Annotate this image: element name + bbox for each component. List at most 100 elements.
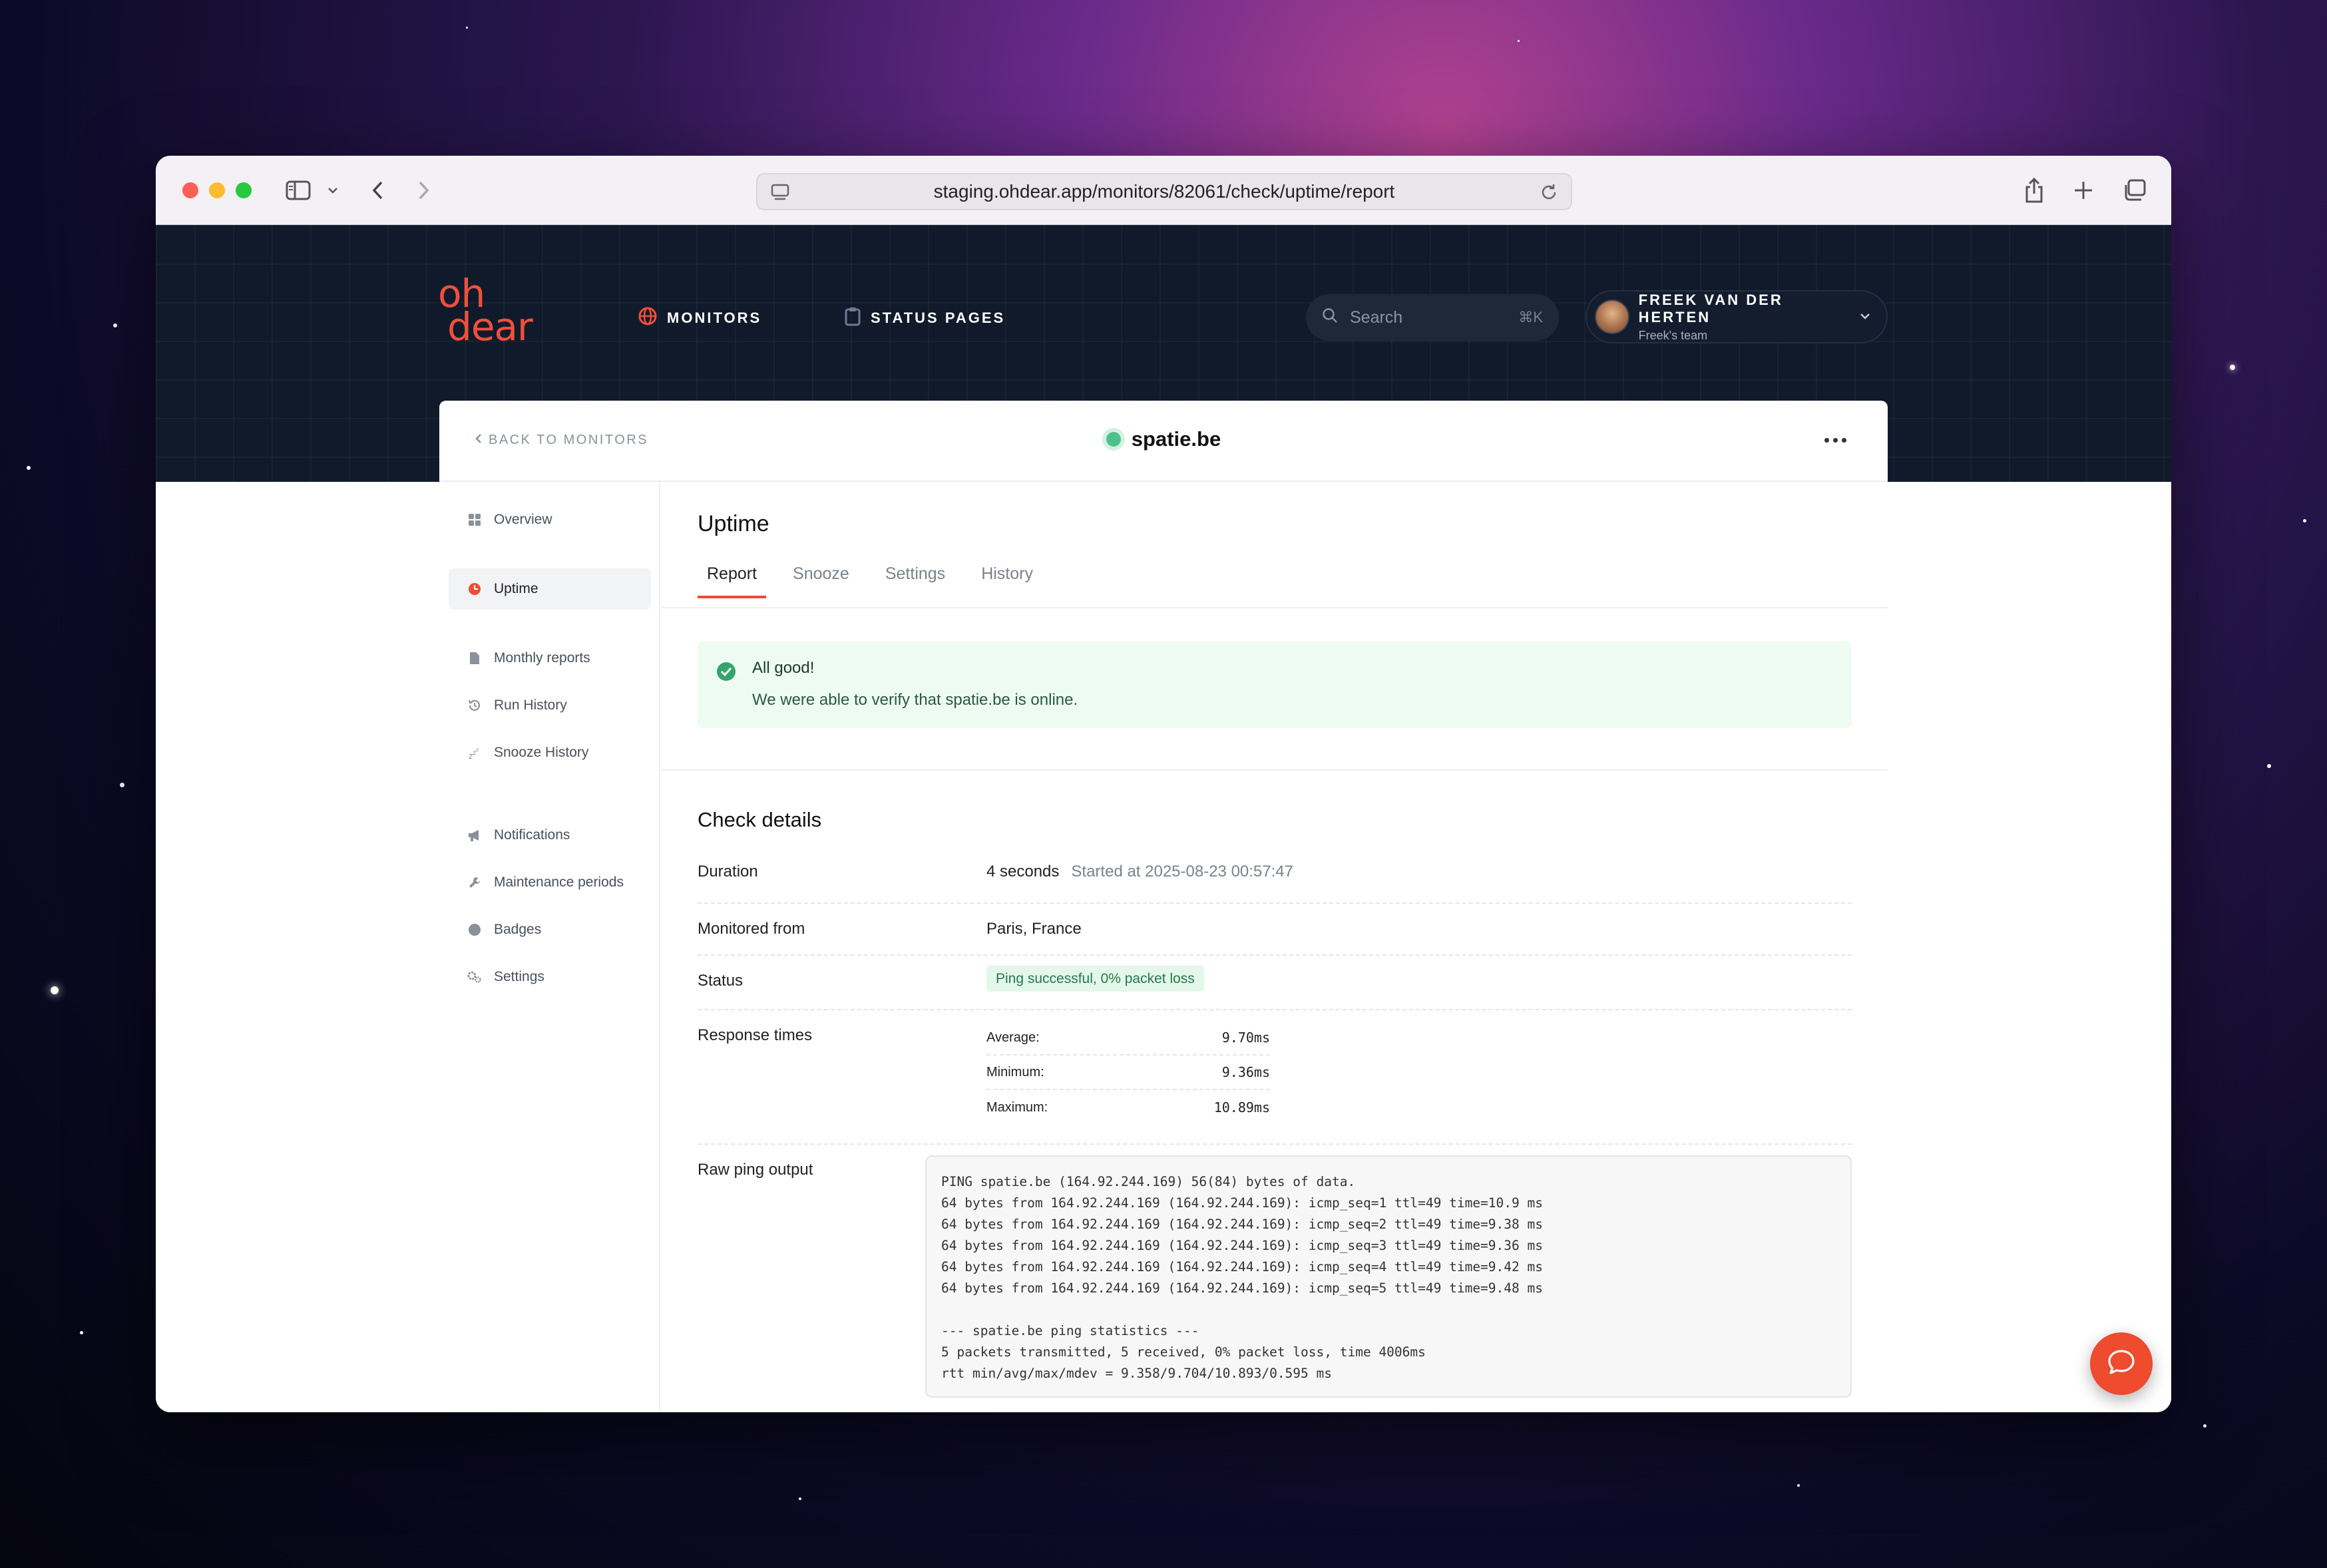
wrench-icon	[467, 875, 482, 890]
sidebar-item-label: Monthly reports	[494, 650, 590, 666]
sidebar-item-label: Settings	[494, 969, 544, 984]
status-row: Status Ping successful, 0% packet loss	[698, 956, 1852, 1010]
sidebar-item-label: Uptime	[494, 581, 538, 596]
sidebar-item-label: Maintenance periods	[494, 875, 624, 890]
badge-icon	[467, 922, 482, 937]
nav-monitors-label: MONITORS	[667, 309, 762, 326]
site-name: spatie.be	[1131, 427, 1221, 451]
clipboard-icon	[844, 306, 861, 330]
tab-bar: Report Snooze Settings History	[698, 564, 1060, 598]
rt-label: Minimum:	[986, 1064, 1044, 1079]
sidebar-item-overview[interactable]: Overview	[449, 499, 651, 540]
sidebar-item-settings[interactable]: Settings	[449, 956, 651, 998]
raw-ping-row: Raw ping output PING spatie.be (164.92.2…	[698, 1145, 1852, 1412]
chat-button[interactable]	[2090, 1332, 2153, 1395]
reload-icon[interactable]	[1539, 182, 1559, 207]
nav-status-pages-label: STATUS PAGES	[871, 309, 1006, 326]
duration-label: Duration	[698, 863, 758, 881]
monitored-from-label: Monitored from	[698, 920, 805, 938]
sidebar-toggle-icon[interactable]	[285, 177, 312, 204]
rt-label: Maximum:	[986, 1099, 1048, 1115]
chevron-down-icon	[1860, 311, 1870, 323]
sidebar-item-label: Badges	[494, 922, 542, 937]
sidebar-item-label: Run History	[494, 697, 567, 713]
status-dot	[1106, 432, 1121, 447]
tab-snooze[interactable]: Snooze	[783, 564, 859, 598]
response-time-average: Average: 9.70ms	[986, 1021, 1270, 1056]
section-divider	[662, 769, 1888, 771]
snooze-icon: zzz	[467, 745, 482, 760]
monitored-from-value: Paris, France	[986, 920, 1082, 938]
more-options-icon[interactable]	[1824, 438, 1846, 443]
sidebar-item-badges[interactable]: Badges	[449, 909, 651, 950]
tabs-divider	[662, 607, 1888, 608]
response-times-table: Average: 9.70ms Minimum: 9.36ms Maximum:…	[986, 1021, 1270, 1125]
minimize-window-button[interactable]	[209, 182, 225, 198]
grid-icon	[467, 512, 482, 527]
window-controls	[182, 182, 252, 198]
browser-window: staging.ohdear.app/monitors/82061/check/…	[156, 156, 2171, 1412]
user-menu[interactable]: FREEK VAN DER HERTEN Freek's team	[1586, 290, 1888, 343]
uptime-icon	[467, 582, 482, 596]
sidebar-item-snooze-history[interactable]: zzz Snooze History	[449, 732, 651, 773]
duration-started: Started at 2025-08-23 00:57:47	[1071, 863, 1293, 881]
status-label: Status	[698, 972, 743, 990]
address-bar[interactable]: staging.ohdear.app/monitors/82061/check/…	[756, 173, 1572, 210]
zoom-window-button[interactable]	[236, 182, 252, 198]
user-name: FREEK VAN DER HERTEN	[1638, 291, 1783, 325]
app: oh dear MONITORS STATUS PAGES Search ⌘K …	[156, 225, 2171, 1412]
logo-line2: dear	[447, 304, 533, 349]
check-circle-icon	[716, 662, 736, 685]
tab-settings[interactable]: Settings	[876, 564, 954, 598]
tab-history[interactable]: History	[972, 564, 1042, 598]
sidebar-item-monthly-reports[interactable]: Monthly reports	[449, 638, 651, 679]
sidebar-item-notifications[interactable]: Notifications	[449, 815, 651, 856]
close-window-button[interactable]	[182, 182, 198, 198]
chat-bubble-icon	[2107, 1348, 2136, 1380]
forward-arrow-icon[interactable]	[414, 177, 434, 204]
tab-overview-icon[interactable]	[2121, 177, 2147, 204]
response-times-label: Response times	[698, 1026, 813, 1044]
duration-seconds: 4 seconds	[986, 863, 1060, 881]
page-settings-icon[interactable]	[771, 184, 789, 206]
rt-value: 10.89ms	[1213, 1099, 1270, 1115]
monitor-sidebar: Overview Uptime Monthly reports Run Hist…	[439, 482, 660, 1412]
raw-ping-output[interactable]: PING spatie.be (164.92.244.169) 56(84) b…	[925, 1155, 1852, 1398]
browser-toolbar: staging.ohdear.app/monitors/82061/check/…	[156, 156, 2171, 225]
share-icon[interactable]	[2022, 177, 2046, 204]
check-details-title: Check details	[698, 808, 822, 831]
monitored-from-row: Monitored from Paris, France	[698, 904, 1852, 956]
nav-status-pages[interactable]: STATUS PAGES	[844, 306, 1005, 330]
url-text: staging.ohdear.app/monitors/82061/check/…	[933, 181, 1395, 202]
search-placeholder: Search	[1350, 307, 1403, 327]
monitor-card: BACK TO MONITORS spatie.be Overview Upti…	[439, 401, 1888, 1412]
ohdear-logo[interactable]: oh dear	[438, 274, 533, 349]
sidebar-item-label: Notifications	[494, 827, 570, 843]
search-shortcut: ⌘K	[1518, 309, 1543, 325]
main-content: Uptime Report Snooze Settings History Al…	[662, 482, 1888, 1412]
alert-title: All good!	[752, 659, 815, 677]
chevron-down-icon[interactable]	[326, 177, 339, 204]
new-tab-icon[interactable]	[2071, 177, 2095, 204]
card-header: BACK TO MONITORS spatie.be	[439, 401, 1888, 482]
globe-icon	[638, 306, 658, 330]
response-times-row: Response times Average: 9.70ms Minimum: …	[698, 1010, 1852, 1145]
tab-report[interactable]: Report	[698, 564, 767, 598]
back-arrow-icon[interactable]	[367, 177, 387, 204]
avatar	[1595, 299, 1629, 334]
history-icon	[467, 698, 482, 713]
rt-value: 9.70ms	[1221, 1030, 1270, 1046]
nav-monitors[interactable]: MONITORS	[638, 306, 761, 330]
rt-value: 9.36ms	[1221, 1064, 1270, 1080]
sidebar-item-maintenance-periods[interactable]: Maintenance periods	[449, 862, 651, 903]
sidebar-item-run-history[interactable]: Run History	[449, 685, 651, 726]
response-time-minimum: Minimum: 9.36ms	[986, 1056, 1270, 1090]
search-input[interactable]: Search ⌘K	[1306, 294, 1559, 341]
page-title: Uptime	[698, 511, 769, 536]
sidebar-item-uptime[interactable]: Uptime	[449, 568, 651, 610]
status-badge: Ping successful, 0% packet loss	[986, 966, 1204, 992]
gear-icon	[467, 970, 482, 984]
response-time-maximum: Maximum: 10.89ms	[986, 1090, 1270, 1125]
site-title: spatie.be	[439, 427, 1888, 451]
success-alert: All good! We were able to verify that sp…	[698, 642, 1852, 728]
